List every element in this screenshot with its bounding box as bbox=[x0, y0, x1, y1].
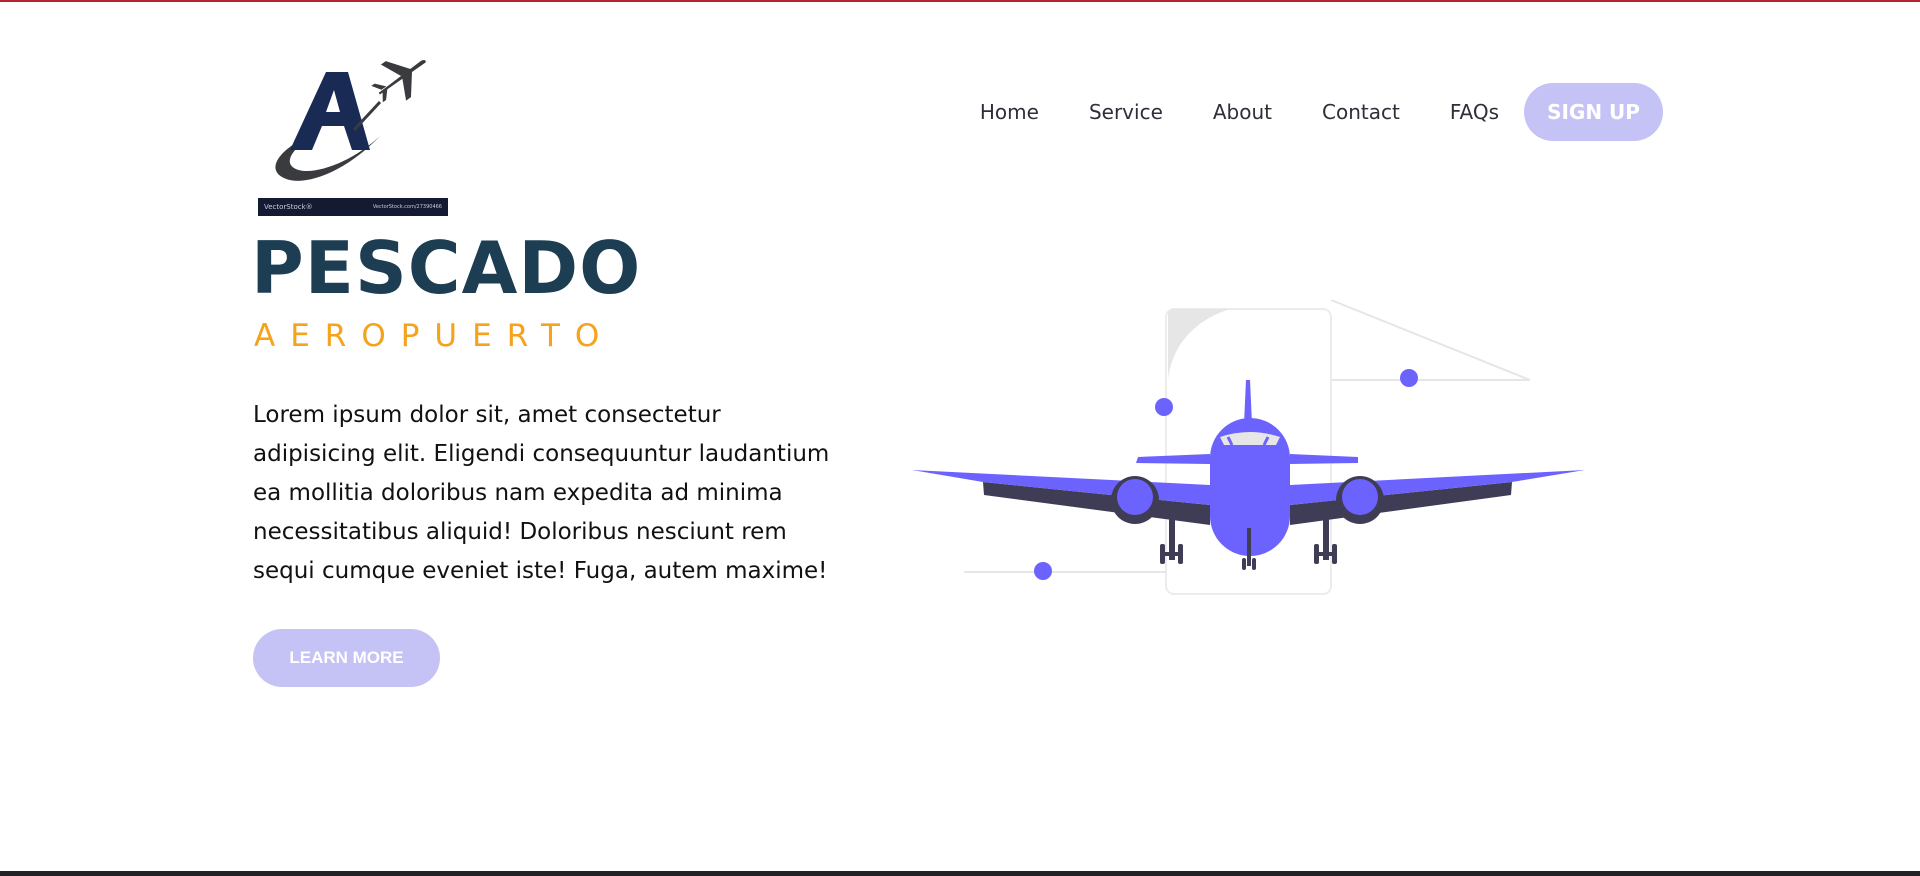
nav-link-faqs[interactable]: FAQs bbox=[1450, 100, 1499, 124]
watermark-id: VectorStock.com/27390466 bbox=[372, 204, 442, 210]
hero-subtitle: AEROPUERTO bbox=[254, 318, 615, 354]
site-logo[interactable]: VectorStock® VectorStock.com/27390466 bbox=[258, 44, 448, 216]
sign-up-button[interactable]: SIGN UP bbox=[1524, 83, 1663, 141]
top-accent-line bbox=[0, 0, 1920, 2]
hero-description: Lorem ipsum dolor sit, amet consectetur … bbox=[253, 402, 830, 584]
logo-watermark: VectorStock® VectorStock.com/27390466 bbox=[258, 198, 448, 216]
airplane-illustration bbox=[910, 299, 1590, 600]
footer-bar bbox=[0, 871, 1920, 876]
airplane-illustration-icon bbox=[912, 299, 1585, 595]
hero-title: PESCADO bbox=[251, 226, 642, 310]
nav-link-home[interactable]: Home bbox=[980, 100, 1039, 124]
main-nav: Home Service About Contact FAQs SIGN UP bbox=[980, 83, 1663, 141]
watermark-brand: VectorStock® bbox=[264, 203, 313, 211]
learn-more-button[interactable]: LEARN MORE bbox=[253, 629, 440, 687]
airplane-logo-icon bbox=[275, 60, 426, 181]
nav-link-contact[interactable]: Contact bbox=[1322, 100, 1400, 124]
nav-link-about[interactable]: About bbox=[1213, 100, 1272, 124]
nav-link-service[interactable]: Service bbox=[1089, 100, 1163, 124]
